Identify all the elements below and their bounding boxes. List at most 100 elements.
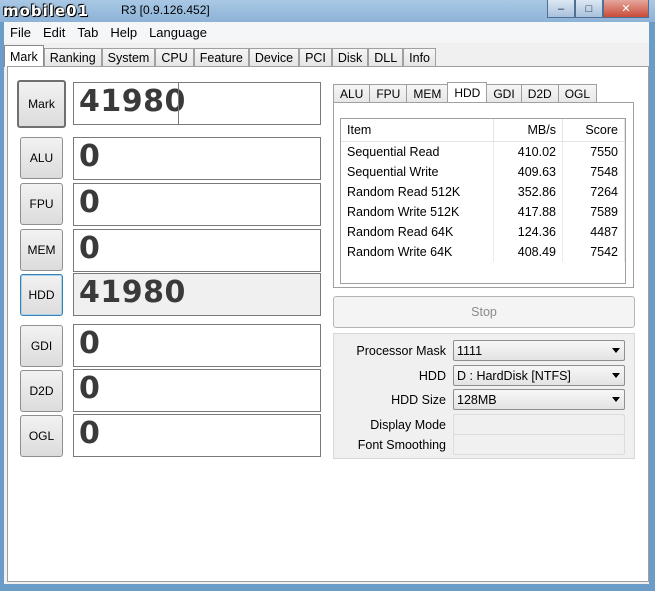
menu-language[interactable]: Language: [143, 25, 213, 40]
score-divider: [178, 83, 179, 124]
row-score: 7589: [562, 202, 625, 222]
table-row[interactable]: Random Read 512K 352.86 7264: [341, 182, 625, 202]
chevron-down-icon: [612, 397, 620, 402]
gdi-score-value: 0: [79, 326, 101, 361]
result-tab-bar: ALU FPU MEM HDD GDI D2D OGL: [333, 82, 598, 103]
chevron-down-icon: [612, 373, 620, 378]
table-row[interactable]: Random Write 64K 408.49 7542: [341, 242, 625, 262]
d2d-score-box: 0: [73, 369, 321, 412]
mark-score-value: 41980: [79, 84, 186, 119]
table-row[interactable]: Random Read 64K 124.36 4487: [341, 222, 625, 242]
title-bar: mobile01 R3 [0.9.126.452] – □ ✕: [0, 0, 655, 22]
processor-mask-select[interactable]: 1111: [453, 340, 625, 361]
fpu-score-value: 0: [79, 185, 101, 220]
col-score-header[interactable]: Score: [562, 119, 625, 142]
mark-button[interactable]: Mark: [17, 80, 66, 128]
processor-mask-label: Processor Mask: [356, 344, 446, 358]
subtab-fpu[interactable]: FPU: [369, 84, 408, 103]
ogl-button[interactable]: OGL: [20, 415, 63, 457]
chevron-down-icon: [612, 348, 620, 353]
alu-score-box: 0: [73, 137, 321, 180]
hdd-results-list[interactable]: Item MB/s Score Sequential Read 410.02 7…: [340, 118, 626, 284]
row-mbs: 352.86: [493, 182, 563, 202]
maximize-button[interactable]: □: [575, 0, 603, 18]
row-item: Random Read 512K: [341, 182, 494, 202]
row-mbs: 410.02: [493, 141, 563, 162]
menu-help[interactable]: Help: [104, 25, 143, 40]
tab-mark[interactable]: Mark: [4, 45, 44, 67]
subtab-alu[interactable]: ALU: [333, 84, 371, 103]
main-tab-bar: Mark Ranking System CPU Feature Device P…: [4, 45, 437, 67]
subtab-ogl[interactable]: OGL: [557, 84, 598, 103]
tab-disk[interactable]: Disk: [331, 48, 369, 67]
results-header-row: Item MB/s Score: [341, 119, 625, 142]
hdd-value: D : HardDisk [NTFS]: [457, 368, 571, 383]
tab-device[interactable]: Device: [248, 48, 300, 67]
row-mbs: 409.63: [493, 162, 563, 182]
alu-score-value: 0: [79, 139, 101, 174]
row-mbs: 124.36: [493, 222, 563, 242]
menu-edit[interactable]: Edit: [37, 25, 71, 40]
ogl-score-value: 0: [79, 416, 101, 451]
font-smoothing-label: Font Smoothing: [357, 438, 446, 452]
mark-score-box: 41980: [73, 82, 321, 125]
hdd-size-label: HDD Size: [391, 393, 446, 407]
d2d-button[interactable]: D2D: [20, 370, 63, 412]
row-score: 7548: [562, 162, 625, 182]
tab-feature[interactable]: Feature: [193, 48, 249, 67]
ogl-score-box: 0: [73, 414, 321, 457]
window-title: R3 [0.9.126.452]: [121, 3, 210, 17]
tab-system[interactable]: System: [101, 48, 156, 67]
row-item: Sequential Write: [341, 162, 494, 182]
tab-info[interactable]: Info: [403, 48, 437, 67]
gdi-button[interactable]: GDI: [20, 325, 63, 367]
stop-button[interactable]: Stop: [333, 296, 635, 328]
hdd-size-select[interactable]: 128MB: [453, 389, 625, 410]
subtab-hdd[interactable]: HDD: [447, 82, 488, 103]
hdd-select[interactable]: D : HardDisk [NTFS]: [453, 365, 625, 386]
row-score: 4487: [562, 222, 625, 242]
row-item: Random Write 512K: [341, 202, 494, 222]
gdi-score-box: 0: [73, 324, 321, 367]
mem-score-box: 0: [73, 229, 321, 272]
processor-mask-value: 1111: [457, 343, 483, 358]
mem-button[interactable]: MEM: [20, 229, 63, 271]
table-row[interactable]: Sequential Write 409.63 7548: [341, 162, 625, 182]
tab-dll[interactable]: DLL: [368, 48, 404, 67]
row-score: 7264: [562, 182, 625, 202]
menu-tab[interactable]: Tab: [71, 25, 104, 40]
window-controls: – □ ✕: [547, 0, 649, 18]
hdd-button[interactable]: HDD: [20, 274, 63, 316]
subtab-mem[interactable]: MEM: [406, 84, 449, 103]
close-button[interactable]: ✕: [603, 0, 649, 18]
hdd-score-value: 41980: [79, 275, 186, 310]
row-score: 7550: [562, 141, 625, 162]
fpu-button[interactable]: FPU: [20, 183, 63, 225]
row-score: 7542: [562, 242, 625, 262]
watermark-logo: mobile01: [3, 2, 90, 20]
app-window: mobile01 R3 [0.9.126.452] – □ ✕ File Edi…: [0, 0, 655, 591]
row-mbs: 417.88: [493, 202, 563, 222]
mem-score-value: 0: [79, 231, 101, 266]
font-smoothing-select[interactable]: [453, 434, 625, 455]
d2d-score-value: 0: [79, 371, 101, 406]
tab-pci[interactable]: PCI: [299, 48, 332, 67]
fpu-score-box: 0: [73, 183, 321, 226]
tab-ranking[interactable]: Ranking: [43, 48, 102, 67]
tab-cpu[interactable]: CPU: [155, 48, 194, 67]
row-item: Random Write 64K: [341, 242, 494, 262]
results-table: Item MB/s Score Sequential Read 410.02 7…: [341, 119, 625, 262]
menu-file[interactable]: File: [4, 25, 37, 40]
row-item: Sequential Read: [341, 141, 494, 162]
hdd-label: HDD: [418, 369, 446, 383]
table-row[interactable]: Sequential Read 410.02 7550: [341, 141, 625, 162]
subtab-d2d[interactable]: D2D: [520, 84, 559, 103]
minimize-button[interactable]: –: [547, 0, 575, 18]
col-item-header[interactable]: Item: [341, 119, 494, 142]
col-mbs-header[interactable]: MB/s: [493, 119, 563, 142]
display-mode-select[interactable]: [453, 414, 625, 435]
table-row[interactable]: Random Write 512K 417.88 7589: [341, 202, 625, 222]
row-mbs: 408.49: [493, 242, 563, 262]
alu-button[interactable]: ALU: [20, 137, 63, 179]
subtab-gdi[interactable]: GDI: [486, 84, 522, 103]
